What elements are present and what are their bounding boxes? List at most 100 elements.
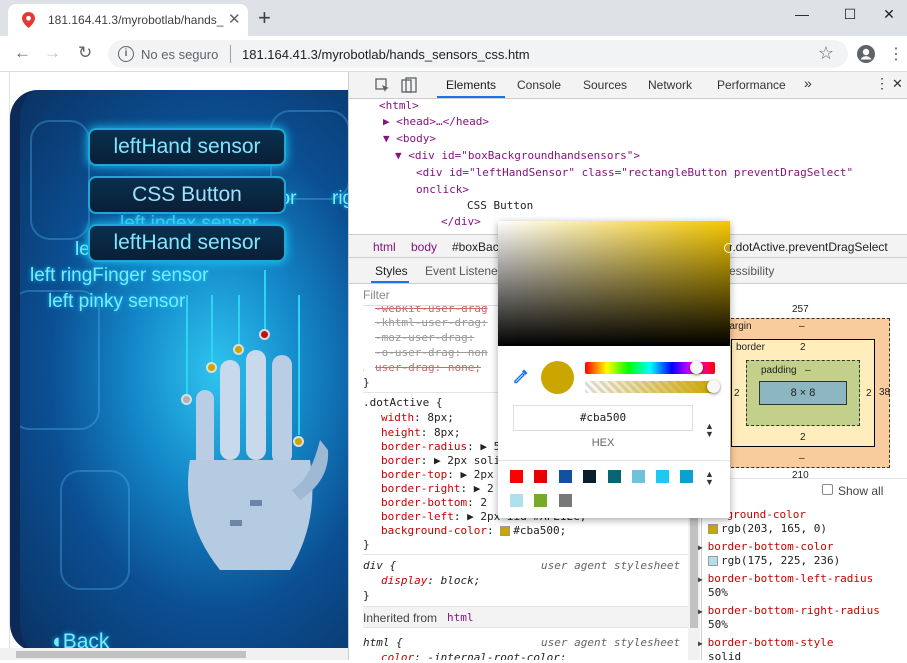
position-bottom-value[interactable]: 210 [792, 470, 809, 481]
prop-name[interactable]: border-right [381, 482, 460, 495]
margin-right-value[interactable]: 38 [879, 387, 890, 398]
prop-value[interactable]: ▶ 2px [460, 468, 493, 481]
padding-value[interactable]: – [805, 365, 811, 376]
palette-swatch[interactable] [583, 470, 596, 483]
horizontal-scrollbar[interactable] [0, 648, 348, 660]
show-all-label[interactable]: Show all [838, 484, 883, 498]
inspect-element-icon[interactable] [375, 78, 390, 93]
hex-input[interactable]: #cba500 [513, 405, 693, 431]
saturation-handle[interactable] [724, 243, 734, 253]
dom-node[interactable]: ▼ <div id="boxBackgroundhandsensors"> [395, 149, 640, 162]
saturation-value-area[interactable] [498, 221, 730, 346]
url-text[interactable]: 181.164.41.3/myrobotlab/hands_sensors_cs… [242, 47, 530, 62]
alpha-slider-knob[interactable] [707, 380, 720, 393]
box-model-border[interactable]: border 2 padding – 8 × 8 2 2 2 [731, 339, 875, 447]
prop-value[interactable]: 8px; [434, 426, 461, 439]
devtools-menu-icon[interactable]: ⋮ [875, 75, 889, 92]
prop-name[interactable]: width [381, 411, 414, 424]
prop-name[interactable]: border-left [381, 510, 454, 523]
format-toggle-icon[interactable]: ▲ ▼ [705, 422, 714, 439]
computed-row[interactable]: rgb(175, 225, 236) [708, 554, 840, 567]
dom-node[interactable]: <div id="leftHandSensor" class="rectangl… [416, 166, 853, 179]
computed-row[interactable]: rgb(203, 165, 0) [708, 522, 827, 535]
computed-row[interactable]: ▶ border-bottom-style [698, 636, 833, 649]
tab-sources[interactable]: Sources [583, 78, 627, 92]
struck-property[interactable]: -webkit-user-drag [375, 306, 488, 315]
struck-property[interactable]: -o-user-drag: non [375, 346, 488, 359]
computed-row[interactable]: ▶ border-bottom-color [698, 540, 833, 553]
minimize-button[interactable]: — [779, 0, 825, 30]
expand-triangle-icon[interactable]: ▶ [698, 639, 708, 648]
bookmark-star-icon[interactable]: ☆ [818, 43, 834, 64]
computed-row[interactable]: ▶ border-bottom-left-radius [698, 572, 873, 585]
palette-switch-icon[interactable]: ▲ ▼ [705, 470, 714, 487]
account-circle-icon[interactable] [856, 44, 876, 64]
palette-swatch[interactable] [534, 470, 547, 483]
palette-swatch[interactable] [559, 470, 572, 483]
dom-node[interactable]: onclick> [416, 183, 469, 196]
palette-swatch[interactable] [510, 494, 523, 507]
dom-node[interactable]: ▼ <body> [383, 132, 436, 145]
prop-value[interactable]: ▶ 2px soli [434, 454, 500, 467]
reload-button[interactable]: ↻ [78, 43, 92, 63]
tab-network[interactable]: Network [648, 78, 692, 92]
scrollbar-thumb[interactable] [16, 651, 246, 658]
info-icon[interactable]: i [118, 46, 134, 62]
prop-name[interactable]: height [381, 426, 421, 439]
device-toolbar-icon[interactable] [401, 77, 417, 93]
prop-name[interactable]: color [381, 651, 414, 660]
inherited-from-link[interactable]: html [447, 611, 474, 624]
struck-property[interactable]: user-drag: none; [375, 361, 481, 374]
show-all-checkbox[interactable] [822, 484, 833, 495]
filter-input[interactable]: Filter [363, 288, 390, 302]
tab-elements[interactable]: Elements [446, 78, 496, 92]
devtools-close-icon[interactable]: ✕ [892, 76, 903, 92]
computed-row[interactable]: 50% [708, 586, 728, 599]
tab-close-icon[interactable]: ✕ [228, 10, 241, 28]
tab-event-listeners[interactable]: Event Listene [425, 264, 498, 278]
breadcrumb-item-selected[interactable]: r.dotActive.preventDragSelect [729, 240, 888, 254]
tab-performance[interactable]: Performance [717, 78, 786, 92]
css-selector[interactable]: .dotActive { [363, 396, 442, 409]
prop-value[interactable]: 2 [480, 496, 487, 509]
breadcrumb-item[interactable]: html [373, 240, 396, 254]
palette-swatch[interactable] [559, 494, 572, 507]
tab-console[interactable]: Console [517, 78, 561, 92]
dom-node[interactable]: <html> [379, 99, 419, 112]
border-value[interactable]: 2 [800, 342, 806, 353]
box-model-content[interactable]: 8 × 8 [759, 381, 847, 405]
palette-swatch[interactable] [632, 470, 645, 483]
expand-triangle-icon[interactable]: ▶ [698, 575, 708, 584]
prop-value[interactable]: #cba500; [513, 524, 566, 537]
border-bottom-value[interactable]: 2 [800, 432, 806, 443]
prop-value[interactable]: ▶ 2px [467, 510, 500, 523]
dom-text-node[interactable]: CSS Button [467, 199, 533, 212]
prop-name[interactable]: border-bottom [381, 496, 467, 509]
color-swatch-icon[interactable] [500, 526, 511, 536]
new-tab-button[interactable]: + [258, 5, 271, 31]
forward-button[interactable]: → [44, 43, 61, 63]
palette-swatch[interactable] [510, 470, 523, 483]
css-selector[interactable]: html { [363, 636, 403, 649]
alpha-slider[interactable] [585, 381, 715, 393]
css-button[interactable]: CSS Button [88, 176, 286, 214]
computed-row[interactable]: ▶ border-bottom-right-radius [698, 604, 880, 617]
css-selector[interactable]: div { [363, 559, 396, 572]
more-tabs-icon[interactable]: » [804, 75, 812, 91]
box-model-padding[interactable]: padding – 8 × 8 [746, 360, 860, 426]
prop-value[interactable]: -internal-root-color; [427, 651, 566, 660]
tab-styles[interactable]: Styles [375, 264, 408, 278]
prop-name[interactable]: border-radius [381, 440, 467, 453]
border-right-value[interactable]: 2 [866, 388, 872, 399]
dom-node[interactable]: </div> [441, 215, 481, 228]
palette-swatch[interactable] [534, 494, 547, 507]
margin-value[interactable]: – [799, 321, 805, 332]
prop-name[interactable]: background-color [381, 524, 487, 537]
address-bar[interactable]: i No es seguro 181.164.41.3/myrobotlab/h… [108, 40, 848, 68]
expand-triangle-icon[interactable]: ▶ [698, 607, 708, 616]
prop-value[interactable]: ▶ 2 [474, 482, 494, 495]
prop-value[interactable]: 8px; [427, 411, 454, 424]
left-hand-sensor-button[interactable]: leftHand sensor [88, 128, 286, 166]
expand-triangle-icon[interactable]: ▶ [698, 543, 708, 552]
palette-swatch[interactable] [656, 470, 669, 483]
